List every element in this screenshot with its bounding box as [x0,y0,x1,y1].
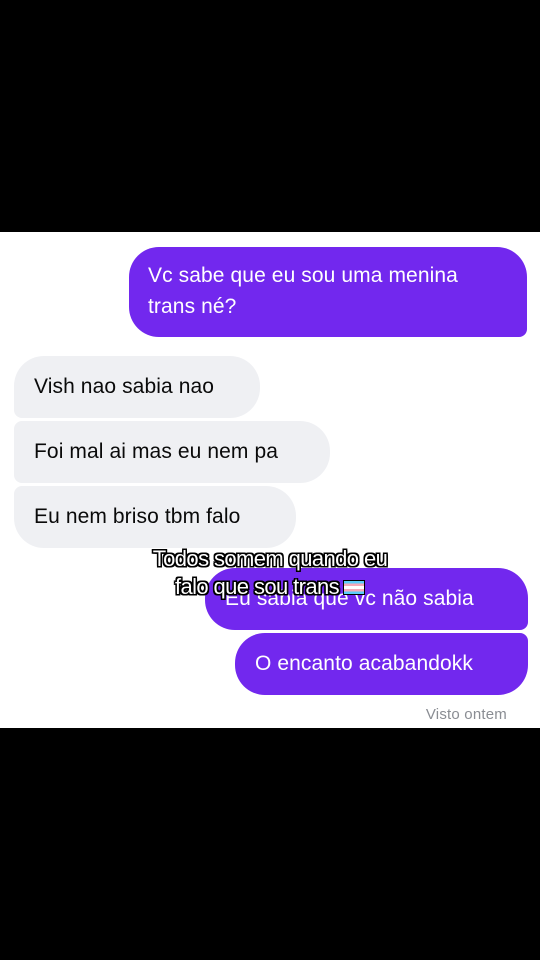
message-bubble-received[interactable]: Foi mal ai mas eu nem pa [14,421,330,483]
message-text: Eu nem briso tbm falo [34,505,241,528]
seen-status: Visto ontem [425,706,507,723]
message-bubble-received[interactable]: Eu nem briso tbm falo [14,486,296,548]
message-text: Foi mal ai mas eu nem pa [34,440,279,463]
chat-screenshot: Vc sabe que eu sou uma menina trans né? … [0,232,540,728]
caption-line-2: falo que sou trans [174,574,340,599]
message-bubble-received[interactable]: Vish nao sabia nao [14,356,260,418]
message-text: Vc sabe que eu sou uma menina trans né? [148,264,458,318]
caption-line-1: Todos somem quando eu [152,546,388,571]
caption-line-2-wrap: falo que sou trans [110,573,430,601]
message-text: Vish nao sabia nao [34,375,215,398]
transgender-flag-icon [343,580,366,595]
message-bubble-sent[interactable]: O encanto acabandokk [235,633,528,695]
message-text: O encanto acabandokk [255,652,473,675]
overlay-caption: Todos somem quando eu falo que sou trans [110,545,430,601]
message-bubble-sent[interactable]: Vc sabe que eu sou uma menina trans né? [129,247,527,337]
